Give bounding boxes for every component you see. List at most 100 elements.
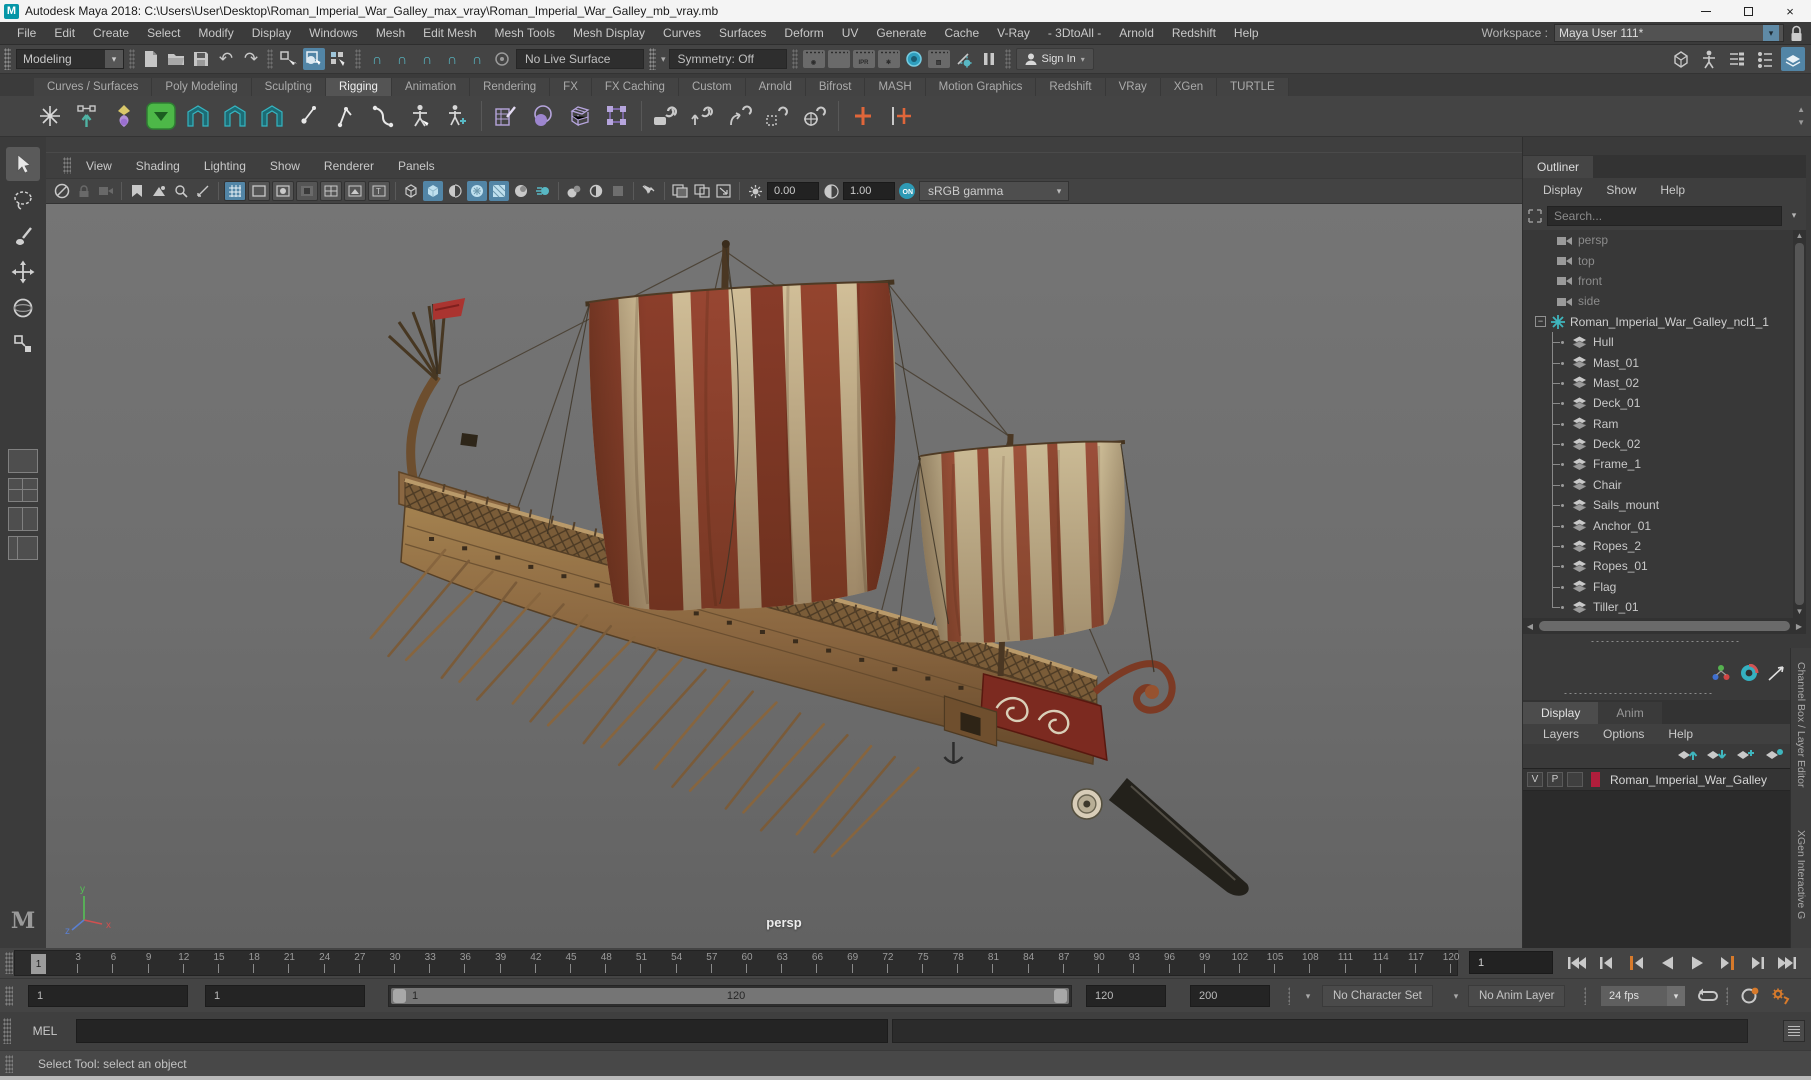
timeline-tick[interactable]: 15: [184, 951, 225, 975]
render-flags-icon[interactable]: ▨: [927, 48, 950, 70]
gamma-field[interactable]: 1.00: [843, 182, 895, 200]
menu-item[interactable]: UV: [833, 23, 868, 43]
timeline-tick[interactable]: 93: [1099, 951, 1140, 975]
current-frame-field[interactable]: [1469, 951, 1553, 974]
shelf-tab[interactable]: Animation: [391, 78, 471, 96]
resolution-gate-icon[interactable]: [272, 181, 294, 201]
layer-editor-tab[interactable]: Anim: [1598, 702, 1662, 724]
duplicate-pane-icon[interactable]: [692, 181, 712, 201]
playback-loop-icon[interactable]: [1696, 984, 1722, 1008]
connect-attribute-icon[interactable]: [884, 100, 916, 132]
layout-outliner-persp-button[interactable]: [8, 536, 38, 560]
timeline-tick[interactable]: 36: [430, 951, 471, 975]
bookmark-icon[interactable]: [127, 181, 147, 201]
shelf-tab[interactable]: TURTLE: [1217, 78, 1289, 96]
orient-constraint-icon[interactable]: [724, 100, 756, 132]
exposure-icon[interactable]: [745, 181, 765, 201]
outliner-camera-item[interactable]: side: [1523, 291, 1806, 311]
scale-tool-icon[interactable]: [6, 327, 40, 361]
range-slider[interactable]: 1 120: [388, 985, 1072, 1007]
outliner-mesh-item[interactable]: Ropes_01: [1523, 556, 1806, 576]
cluster-icon[interactable]: [601, 100, 633, 132]
outliner-mesh-item[interactable]: Mast_01: [1523, 352, 1806, 372]
plugin-shapes-icon[interactable]: [639, 181, 659, 201]
menu-item[interactable]: Display: [243, 23, 300, 43]
new-scene-icon[interactable]: [140, 48, 162, 70]
timeline-tick[interactable]: 114: [1346, 951, 1389, 975]
textured-mode-icon[interactable]: [445, 181, 465, 201]
scroll-thumb[interactable]: [1539, 621, 1790, 631]
outliner-camera-item[interactable]: front: [1523, 271, 1806, 291]
menu-item[interactable]: - 3DtoAll -: [1039, 23, 1110, 43]
scroll-down-icon[interactable]: ▼: [1796, 606, 1804, 618]
create-empty-layer-icon[interactable]: [1734, 747, 1756, 763]
move-layer-down-icon[interactable]: [1705, 747, 1727, 763]
chevron-down-icon[interactable]: ▾: [1786, 210, 1802, 221]
layer-display-type-toggle[interactable]: [1567, 772, 1583, 787]
panel-menu-item[interactable]: Panels: [386, 155, 447, 177]
channel-box-toggle-icon[interactable]: [1781, 47, 1805, 71]
scroll-left-icon[interactable]: ◀: [1523, 622, 1537, 631]
timeline-tick[interactable]: 33: [395, 951, 436, 975]
menu-set-dropdown[interactable]: Modeling ▾: [16, 49, 124, 69]
layer-menu-item[interactable]: Help: [1656, 725, 1705, 743]
image-plane-icon[interactable]: [149, 181, 169, 201]
timeline-tick[interactable]: 66: [782, 951, 823, 975]
menu-item[interactable]: File: [8, 23, 45, 43]
hypershade-display-icon[interactable]: [1739, 664, 1759, 682]
outliner-vertical-scrollbar[interactable]: ▲ ▼: [1793, 230, 1806, 618]
timeline-tick[interactable]: 105: [1240, 951, 1283, 975]
drag-handle[interactable]: [649, 48, 656, 70]
range-slider-bar[interactable]: 1 120: [391, 988, 1069, 1004]
shelf-tab[interactable]: FX: [550, 78, 592, 96]
range-start-handle[interactable]: [393, 989, 406, 1003]
panel-drag-handle[interactable]: [63, 156, 71, 175]
graph-editor-icon[interactable]: [1767, 664, 1787, 682]
timeline-tick[interactable]: 72: [853, 951, 893, 975]
menu-item[interactable]: Create: [84, 23, 138, 43]
timeline-tick[interactable]: 51: [606, 951, 647, 975]
move-layer-up-icon[interactable]: [1676, 747, 1698, 763]
tool-settings-toggle-icon[interactable]: [1753, 47, 1777, 71]
shelf-tab[interactable]: MASH: [865, 78, 926, 96]
shelf-scroll-down-icon[interactable]: ▼: [1797, 118, 1805, 127]
multisample-aa-icon[interactable]: [564, 181, 584, 201]
panel-menu-item[interactable]: Shading: [124, 155, 192, 177]
layer-color-swatch[interactable]: [1591, 772, 1600, 787]
timeline-tick[interactable]: 54: [641, 951, 682, 975]
mel-input[interactable]: [76, 1019, 888, 1043]
render-settings-icon[interactable]: ✱: [877, 48, 900, 70]
color-management-toggle-icon[interactable]: ON: [897, 181, 917, 201]
outliner-camera-item[interactable]: persp: [1523, 230, 1806, 250]
outliner-mesh-item[interactable]: Tiller_01: [1523, 597, 1806, 617]
menu-item[interactable]: Curves: [654, 23, 710, 43]
lasso-tool-icon[interactable]: [6, 183, 40, 217]
animation-end-field[interactable]: [1190, 985, 1270, 1007]
timeline-tick[interactable]: 42: [501, 951, 541, 975]
anim-layer-dropdown[interactable]: No Anim Layer: [1468, 985, 1566, 1007]
layout-split-vertical-button[interactable]: [8, 507, 38, 531]
character-controls-toggle-icon[interactable]: [1697, 47, 1721, 71]
shadows-icon[interactable]: [489, 181, 509, 201]
menu-item[interactable]: Redshift: [1163, 23, 1225, 43]
playback-start-field[interactable]: [205, 985, 365, 1007]
save-scene-icon[interactable]: [190, 48, 212, 70]
timeline-tick[interactable]: 75: [888, 951, 929, 975]
timeline-tick[interactable]: 108: [1275, 951, 1319, 975]
timeline-tick[interactable]: 48: [571, 951, 612, 975]
chevron-down-icon[interactable]: ▾: [1448, 988, 1464, 1004]
outliner-mesh-item[interactable]: Mast_02: [1523, 373, 1806, 393]
chevron-down-icon[interactable]: ▾: [1300, 988, 1316, 1004]
menu-item[interactable]: Surfaces: [710, 23, 775, 43]
outliner-mesh-item[interactable]: Frame_1: [1523, 454, 1806, 474]
tear-off-copy-icon[interactable]: [714, 181, 734, 201]
outliner-group-item[interactable]: − Roman_Imperial_War_Galley_ncl1_1: [1523, 312, 1806, 332]
menu-item[interactable]: Windows: [300, 23, 367, 43]
outliner-mesh-item[interactable]: Anchor_01: [1523, 515, 1806, 535]
safe-action-icon[interactable]: [344, 181, 366, 201]
time-slider-track[interactable]: 3 6 9 12 15 18 21 24 27 30 33 36 39 42 4…: [14, 950, 1459, 976]
light-editor-icon[interactable]: [953, 48, 975, 70]
chevron-down-icon[interactable]: ▾: [661, 54, 666, 65]
group-separator[interactable]: [355, 49, 361, 69]
animation-start-field[interactable]: [28, 985, 188, 1007]
